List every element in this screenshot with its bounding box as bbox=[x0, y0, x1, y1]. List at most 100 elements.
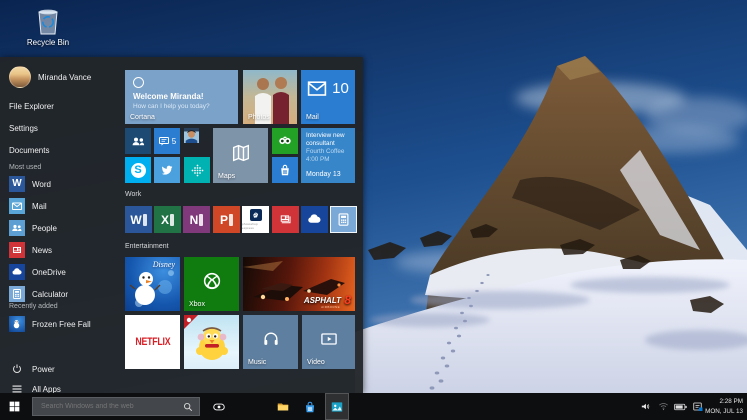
file-explorer-icon bbox=[277, 403, 289, 410]
sidebar-item-onedrive[interactable]: OneDrive bbox=[9, 263, 66, 281]
tile-dialer[interactable] bbox=[184, 157, 210, 183]
taskbar-search-box[interactable] bbox=[32, 397, 200, 416]
power-button[interactable]: Power bbox=[9, 360, 55, 378]
chicken-game-art bbox=[184, 315, 228, 360]
tile-onedrive[interactable] bbox=[301, 206, 328, 233]
sidebar-item-frozen-free-fall[interactable]: Frozen Free Fall bbox=[9, 315, 91, 333]
twitter-bird-icon bbox=[154, 157, 180, 183]
tile-calendar[interactable]: Interview new consultant Fourth Coffee 4… bbox=[301, 128, 355, 183]
tile-tripadvisor[interactable] bbox=[272, 128, 298, 154]
sidebar-item-documents[interactable]: Documents bbox=[9, 141, 49, 159]
messaging-icon bbox=[158, 137, 169, 146]
onedrive-cloud-icon bbox=[301, 206, 328, 233]
battery-icon bbox=[673, 403, 687, 410]
recently-added-header: Recently added bbox=[9, 303, 58, 310]
tile-photoshop-express[interactable]: photoshop express bbox=[242, 206, 269, 233]
calculator-icon bbox=[331, 207, 356, 232]
dialer-dots-icon bbox=[184, 157, 210, 183]
network-tray-button[interactable] bbox=[655, 393, 671, 420]
taskbar-clock[interactable]: 2:28 PM MON, JUL 13 bbox=[705, 393, 743, 420]
start-button[interactable] bbox=[0, 393, 28, 420]
tile-store[interactable] bbox=[272, 157, 298, 183]
contact-photo bbox=[184, 128, 199, 143]
search-input[interactable] bbox=[39, 402, 178, 411]
sidebar-item-settings[interactable]: Settings bbox=[9, 119, 38, 137]
tile-messaging[interactable]: 5 bbox=[154, 128, 180, 154]
sidebar-item-calculator[interactable]: Calculator bbox=[9, 285, 68, 303]
volume-icon bbox=[641, 403, 649, 410]
user-name: Miranda Vance bbox=[38, 72, 92, 82]
mail-unread-count: 10 bbox=[332, 80, 349, 97]
mail-icon bbox=[9, 198, 25, 214]
clock-date: MON, JUL 13 bbox=[705, 407, 743, 415]
tile-mail[interactable]: 10 Mail bbox=[301, 70, 355, 124]
cortana-icon bbox=[133, 77, 144, 88]
recycle-bin-label: Recycle Bin bbox=[26, 38, 70, 47]
tile-netflix[interactable]: NETFLIX bbox=[125, 315, 180, 369]
skype-icon: S bbox=[125, 157, 151, 183]
store-icon bbox=[305, 401, 315, 412]
tile-calculator[interactable] bbox=[330, 206, 357, 233]
most-used-header: Most used bbox=[9, 164, 42, 171]
group-header-entertainment: Entertainment bbox=[125, 243, 169, 250]
tile-music[interactable]: Music bbox=[243, 315, 298, 369]
taskbar: 2:28 PM MON, JUL 13 bbox=[0, 393, 747, 420]
word-page-icon bbox=[142, 213, 147, 226]
clock-time: 2:28 PM bbox=[719, 398, 743, 406]
tile-word[interactable]: W bbox=[125, 206, 152, 233]
tile-photos[interactable]: Photos bbox=[243, 70, 297, 124]
tile-asphalt-8[interactable]: ASPHALT 8 AIRBORNE bbox=[243, 257, 355, 311]
sidebar-item-mail[interactable]: Mail bbox=[9, 197, 47, 215]
volume-tray-button[interactable] bbox=[637, 393, 653, 420]
screen: Recycle Bin Miranda Vance File Explorer … bbox=[0, 0, 747, 420]
mail-icon bbox=[307, 80, 327, 96]
people-icon bbox=[125, 128, 151, 154]
recycle-bin-icon bbox=[22, 6, 74, 36]
power-icon bbox=[9, 361, 25, 377]
taskbar-photos-button[interactable] bbox=[325, 393, 349, 420]
photos-icon bbox=[331, 401, 343, 412]
calculator-icon bbox=[9, 286, 25, 302]
tile-frozen-free-fall[interactable]: Disney bbox=[125, 257, 180, 311]
sidebar-item-word[interactable]: W Word bbox=[9, 175, 51, 193]
start-menu: Miranda Vance File Explorer Settings Doc… bbox=[0, 57, 363, 394]
taskbar-store-button[interactable] bbox=[298, 393, 322, 420]
tile-powerpoint[interactable]: P bbox=[213, 206, 240, 233]
powerpoint-page-icon bbox=[229, 213, 233, 226]
action-center-icon bbox=[693, 402, 703, 411]
sidebar-item-news[interactable]: News bbox=[9, 241, 52, 259]
onenote-page-icon bbox=[199, 213, 204, 226]
user-account-button[interactable]: Miranda Vance bbox=[9, 65, 91, 89]
group-header-work: Work bbox=[125, 191, 142, 198]
calendar-date: Monday 13 bbox=[306, 171, 341, 179]
user-avatar bbox=[9, 66, 31, 88]
people-icon bbox=[9, 220, 25, 236]
onedrive-icon bbox=[9, 264, 25, 280]
frozen-free-fall-icon bbox=[9, 316, 25, 332]
sidebar-item-file-explorer[interactable]: File Explorer bbox=[9, 97, 54, 115]
recycle-bin[interactable]: Recycle Bin bbox=[22, 6, 74, 47]
tile-excel[interactable]: X bbox=[154, 206, 181, 233]
store-bag-icon bbox=[272, 157, 298, 183]
tile-cortana[interactable]: Welcome Miranda! How can I help you toda… bbox=[125, 70, 238, 124]
tile-people[interactable] bbox=[125, 128, 151, 154]
sidebar-item-people[interactable]: People bbox=[9, 219, 57, 237]
windows-logo-icon bbox=[9, 401, 19, 412]
battery-tray-button[interactable] bbox=[671, 393, 689, 420]
tile-video[interactable]: Video bbox=[302, 315, 355, 369]
tile-maps[interactable]: Maps bbox=[213, 128, 268, 183]
taskbar-file-explorer-button[interactable] bbox=[271, 393, 295, 420]
task-view-button[interactable] bbox=[206, 393, 232, 420]
tile-twitter[interactable] bbox=[154, 157, 180, 183]
tile-skype[interactable]: S bbox=[125, 157, 151, 183]
tile-xbox[interactable]: Xbox bbox=[184, 257, 239, 311]
news-icon bbox=[9, 242, 25, 258]
tile-news[interactable] bbox=[272, 206, 299, 233]
task-view-icon bbox=[213, 403, 225, 410]
netflix-logo: NETFLIX bbox=[134, 336, 170, 348]
tile-onenote[interactable]: N bbox=[183, 206, 210, 233]
network-icon bbox=[658, 403, 668, 411]
tile-chicken-game[interactable] bbox=[184, 315, 239, 369]
tile-contact-photo[interactable] bbox=[184, 128, 210, 154]
word-icon: W bbox=[9, 176, 25, 192]
